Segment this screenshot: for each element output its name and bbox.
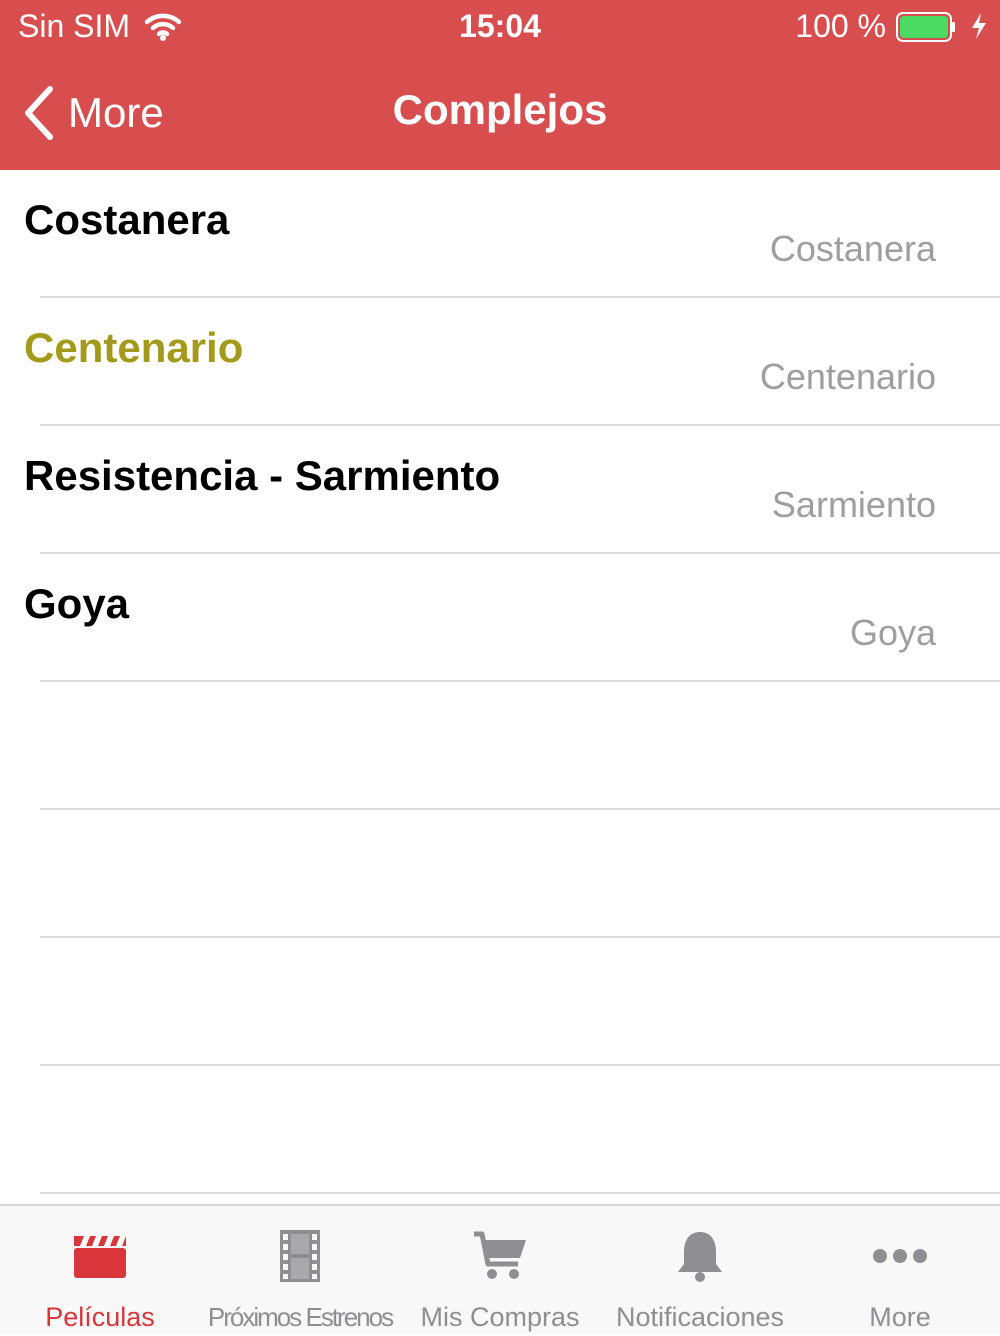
tab-more[interactable]: More <box>800 1206 1000 1336</box>
tab-label: More <box>869 1302 931 1332</box>
list-item[interactable]: Goya Goya <box>0 554 1000 682</box>
empty-row <box>0 1066 1000 1194</box>
list-item-title: Centenario <box>24 324 244 371</box>
top-bar: Sin SIM 15:04 100 % More Complejos <box>0 0 1000 170</box>
list-item-title: Costanera <box>24 196 230 243</box>
battery-icon <box>896 12 955 42</box>
tab-notificaciones[interactable]: Notificaciones <box>600 1206 800 1336</box>
navigation-bar: More Complejos <box>0 56 1000 170</box>
empty-row <box>0 938 1000 1066</box>
list-item[interactable]: Resistencia - Sarmiento Sarmiento <box>0 426 1000 554</box>
charging-bolt-icon <box>972 13 986 39</box>
tab-mis-compras[interactable]: Mis Compras <box>400 1206 600 1336</box>
row-separator <box>40 1192 1000 1194</box>
list-item-subtitle: Costanera <box>769 228 936 269</box>
list-item[interactable]: Costanera Costanera <box>0 170 1000 298</box>
empty-row <box>0 682 1000 810</box>
list-item-subtitle: Sarmiento <box>771 484 936 525</box>
more-dots-icon <box>873 1249 927 1263</box>
tab-label: Mis Compras <box>420 1302 580 1332</box>
list-item-subtitle: Goya <box>849 612 936 653</box>
film-strip-icon <box>280 1230 320 1282</box>
list-item-title: Goya <box>24 580 130 627</box>
tab-label: Notificaciones <box>615 1302 785 1332</box>
list-item[interactable]: Centenario Centenario <box>0 298 1000 426</box>
bell-icon <box>678 1232 722 1282</box>
tab-label: Próximos Estrenos <box>207 1302 394 1332</box>
clapperboard-icon <box>74 1236 126 1278</box>
status-bar: Sin SIM 15:04 100 % <box>0 0 1000 56</box>
tab-peliculas[interactable]: Películas <box>0 1206 200 1336</box>
list-item-title: Resistencia - Sarmiento <box>24 452 501 499</box>
tab-label: Películas <box>45 1302 155 1332</box>
page-title: Complejos <box>392 86 608 133</box>
empty-row <box>0 810 1000 938</box>
cart-icon <box>474 1231 526 1279</box>
tab-proximos-estrenos[interactable]: Próximos Estrenos <box>200 1206 400 1336</box>
battery-percent: 100 % <box>795 8 886 44</box>
list-item-subtitle: Centenario <box>759 356 936 397</box>
complex-list: Costanera Costanera Centenario Centenari… <box>0 170 1000 1194</box>
tab-bar: Películas Próximos Estrenos Mis Compras <box>0 1204 1000 1334</box>
